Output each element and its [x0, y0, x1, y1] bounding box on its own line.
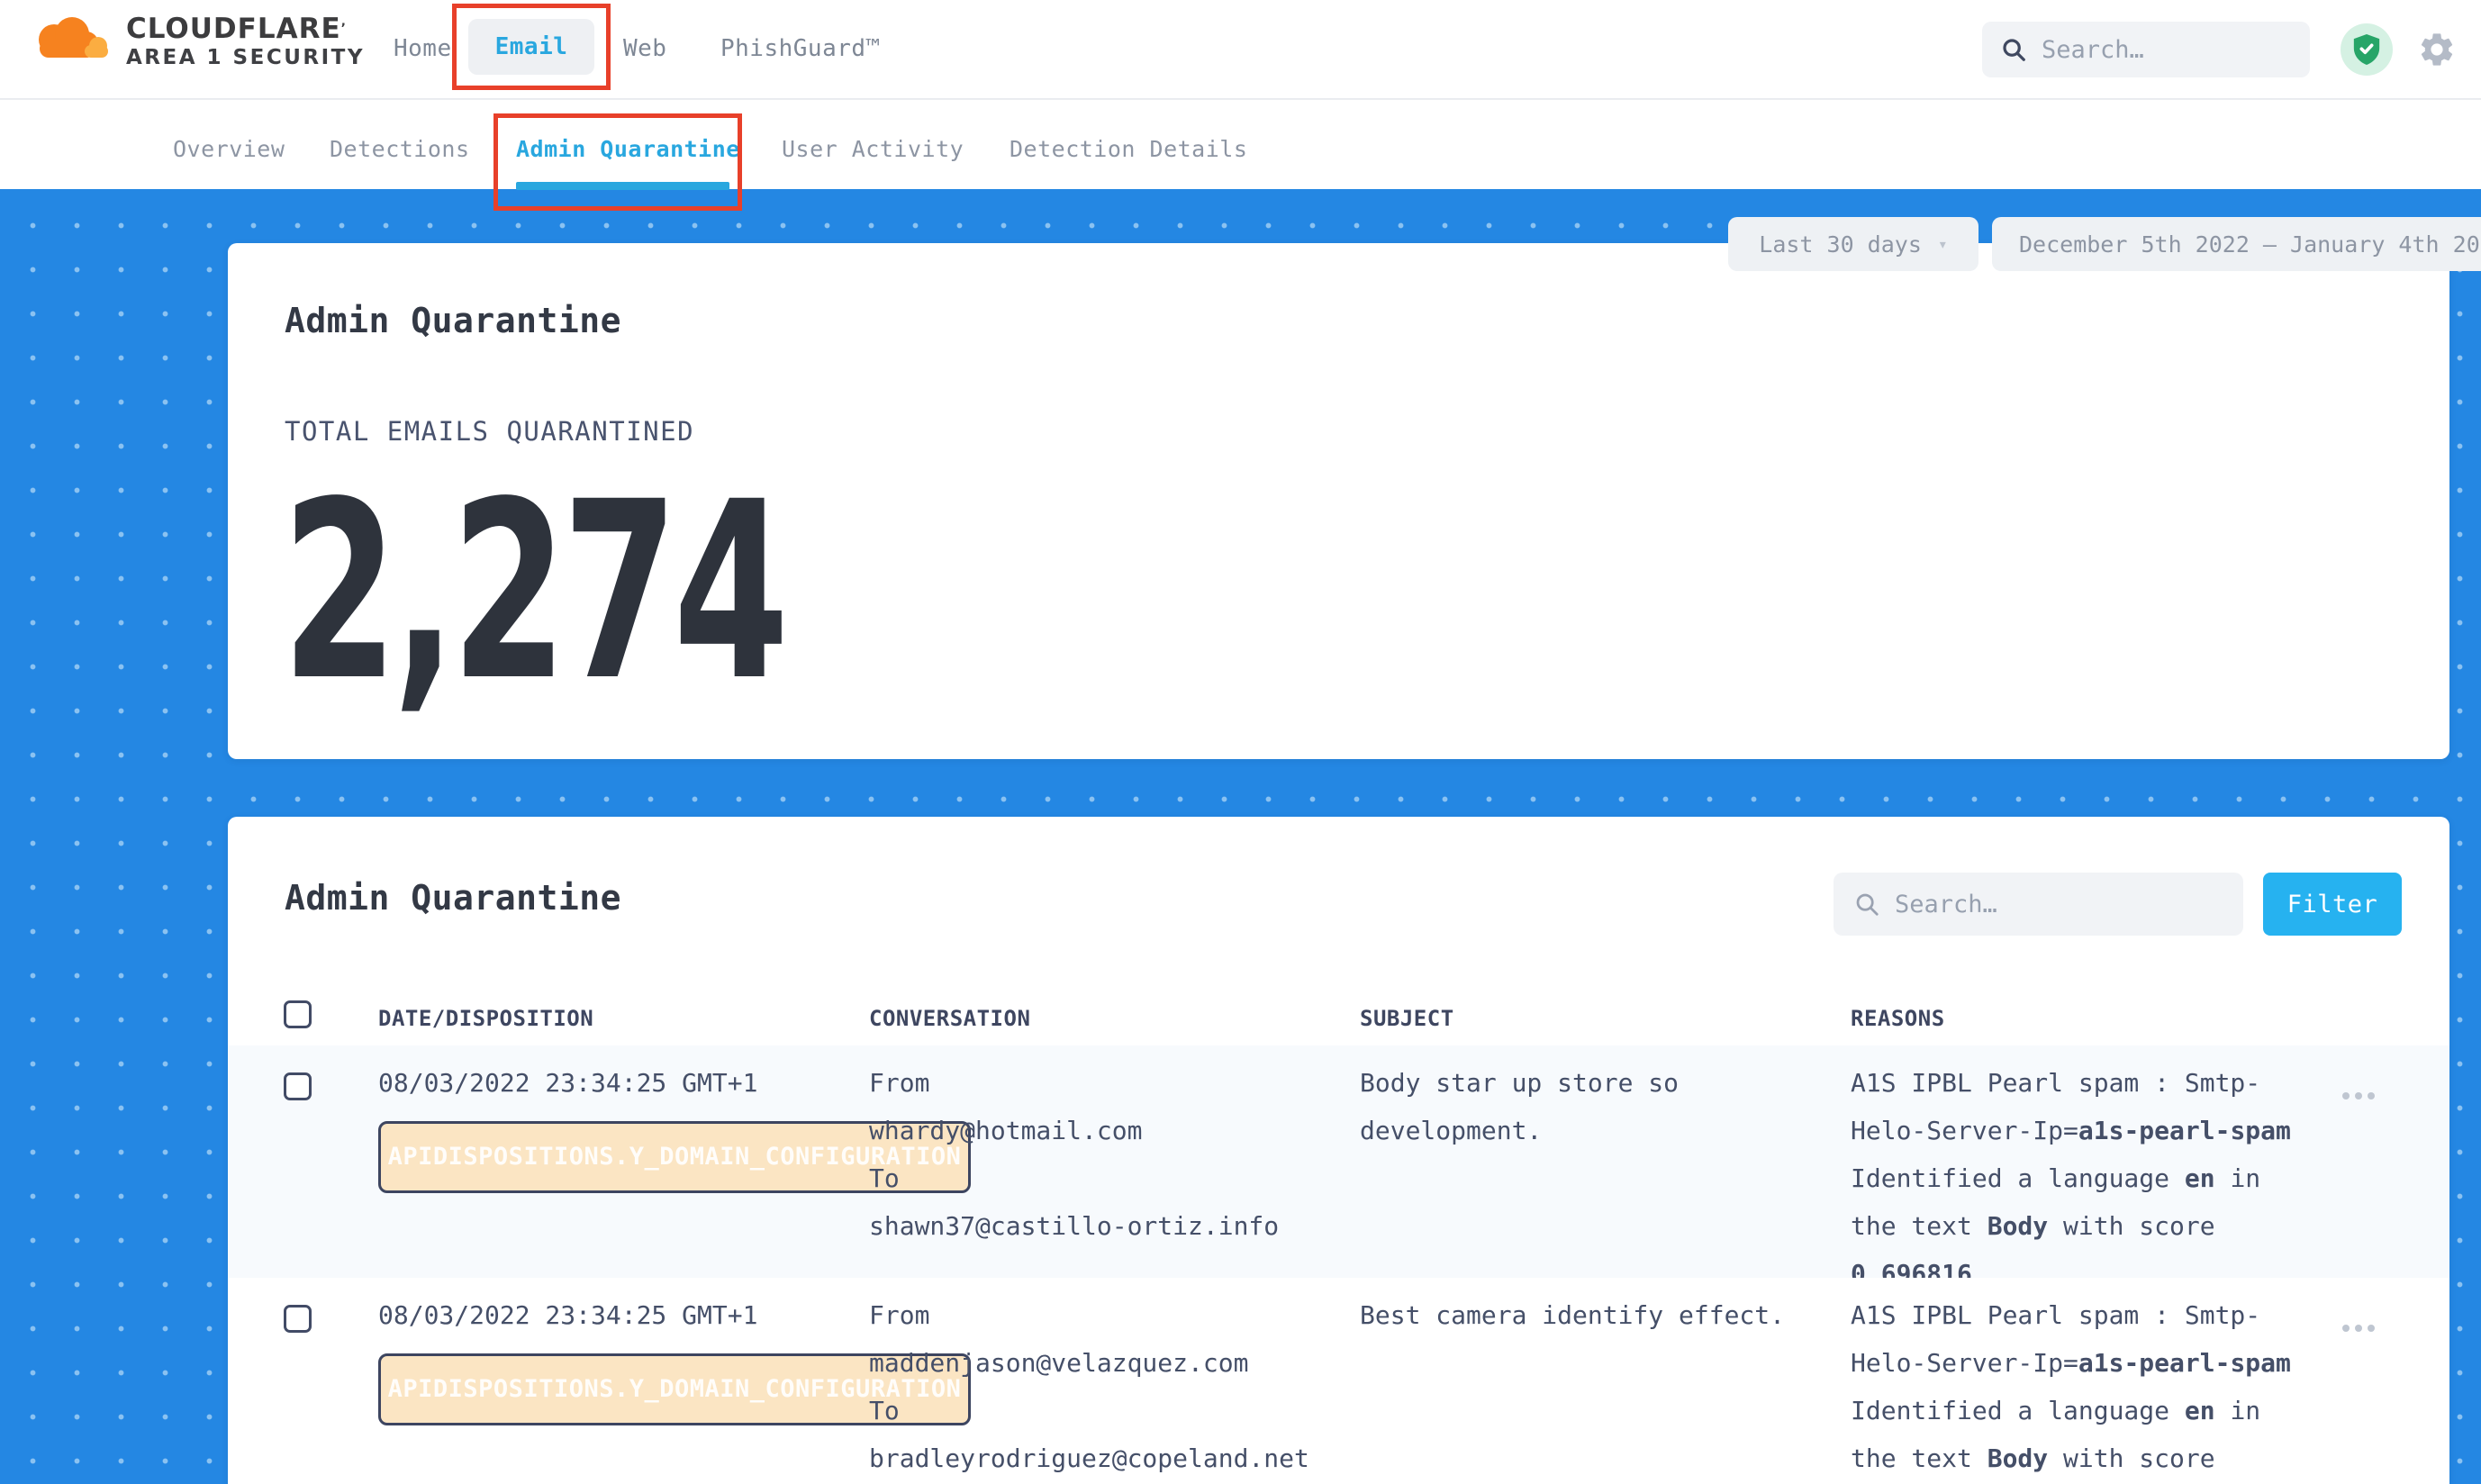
nav-item-email[interactable]: Email	[468, 19, 595, 75]
table-body: 08/03/2022 23:34:25 GMT+1 APIDISPOSITION…	[228, 1045, 2449, 1484]
row-reasons: A1S IPBL Pearl spam : Smtp-Helo-Server-I…	[1851, 1291, 2303, 1484]
to-label: To	[869, 1387, 1333, 1434]
nav-item-phishguard[interactable]: PhishGuard™	[720, 35, 881, 62]
nav-item-web[interactable]: Web	[623, 35, 666, 62]
shield-check-icon	[2351, 32, 2382, 67]
column-header-date-disposition: DATE/DISPOSITION	[378, 1006, 593, 1031]
account-status-badge[interactable]	[2341, 23, 2393, 76]
quarantine-card: Admin Quarantine Filter DATE/DISPOSITION…	[228, 817, 2449, 1484]
brand-name: CLOUDFLARE’	[126, 14, 365, 44]
gear-icon[interactable]	[2417, 30, 2457, 69]
tab-detections[interactable]: Detections	[330, 136, 470, 162]
from-label: From	[869, 1291, 1333, 1339]
chevron-down-icon: ▾	[1938, 235, 1948, 254]
tab-overview[interactable]: Overview	[173, 136, 285, 162]
table-row[interactable]: 08/03/2022 23:34:25 GMT+1 APIDISPOSITION…	[228, 1045, 2449, 1278]
quarantine-card-title: Admin Quarantine	[285, 878, 621, 918]
summary-card: Admin Quarantine TOTAL EMAILS QUARANTINE…	[228, 243, 2449, 759]
date-range-selector[interactable]: Last 30 days ▾	[1728, 217, 1978, 271]
global-search	[1982, 22, 2310, 77]
from-label: From	[869, 1059, 1333, 1107]
row-reasons: A1S IPBL Pearl spam : Smtp-Helo-Server-I…	[1851, 1059, 2303, 1298]
nav-item-home[interactable]: Home	[394, 35, 452, 62]
metric-label: TOTAL EMAILS QUARANTINED	[285, 416, 694, 447]
table-search	[1834, 873, 2243, 936]
column-header-conversation: CONVERSATION	[869, 1006, 1030, 1031]
filter-button[interactable]: Filter	[2263, 873, 2402, 936]
row-conversation: From whardy@hotmail.com To shawn37@casti…	[869, 1059, 1333, 1250]
top-nav: CLOUDFLARE’ AREA 1 SECURITY Home Email W…	[0, 0, 2481, 99]
trademark-mark: ’	[341, 22, 347, 36]
row-conversation: From maddenjason@velazquez.com To bradle…	[869, 1291, 1333, 1482]
search-icon	[1853, 891, 1880, 918]
column-header-reasons: REASONS	[1851, 1006, 1945, 1031]
tab-detection-details[interactable]: Detection Details	[1010, 136, 1247, 162]
from-address: whardy@hotmail.com	[869, 1107, 1333, 1154]
brand-subtitle: AREA 1 SECURITY	[126, 44, 365, 71]
column-header-subject: SUBJECT	[1360, 1006, 1454, 1031]
table-header: DATE/DISPOSITION CONVERSATION SUBJECT RE…	[228, 986, 2449, 1045]
annotation-box-admin-quarantine	[493, 113, 742, 211]
table-search-input[interactable]	[1895, 891, 2223, 918]
metric-value: 2,274	[282, 470, 784, 715]
row-checkbox[interactable]	[284, 1305, 312, 1333]
ellipsis-menu-icon[interactable]	[2342, 1317, 2396, 1339]
table-row[interactable]: 08/03/2022 23:34:25 GMT+1 APIDISPOSITION…	[228, 1278, 2449, 1484]
search-icon	[2000, 36, 2027, 63]
screen: CLOUDFLARE’ AREA 1 SECURITY Home Email W…	[0, 0, 2481, 1484]
tab-user-activity[interactable]: User Activity	[782, 136, 964, 162]
to-address: bradleyrodriguez@copeland.net	[869, 1434, 1333, 1482]
select-all-checkbox[interactable]	[284, 1000, 312, 1028]
global-search-input[interactable]	[2042, 36, 2292, 64]
sub-nav: Overview Detections Admin Quarantine Use…	[0, 99, 2481, 189]
date-range-display[interactable]: December 5th 2022 — January 4th 2023	[1992, 217, 2481, 271]
row-subject: Body star up store so development.	[1360, 1059, 1788, 1154]
annotation-box-email: Email	[452, 4, 611, 90]
ellipsis-menu-icon[interactable]	[2342, 1085, 2396, 1107]
summary-card-title: Admin Quarantine	[285, 301, 621, 340]
from-address: maddenjason@velazquez.com	[869, 1339, 1333, 1387]
to-label: To	[869, 1154, 1333, 1202]
to-address: shawn37@castillo-ortiz.info	[869, 1202, 1333, 1250]
row-subject: Best camera identify effect.	[1360, 1291, 1788, 1339]
row-date: 08/03/2022 23:34:25 GMT+1	[378, 1291, 757, 1339]
brand: CLOUDFLARE’ AREA 1 SECURITY	[27, 13, 365, 72]
row-date: 08/03/2022 23:34:25 GMT+1	[378, 1059, 757, 1107]
row-checkbox[interactable]	[284, 1072, 312, 1100]
cloudflare-logo-icon	[27, 13, 113, 72]
